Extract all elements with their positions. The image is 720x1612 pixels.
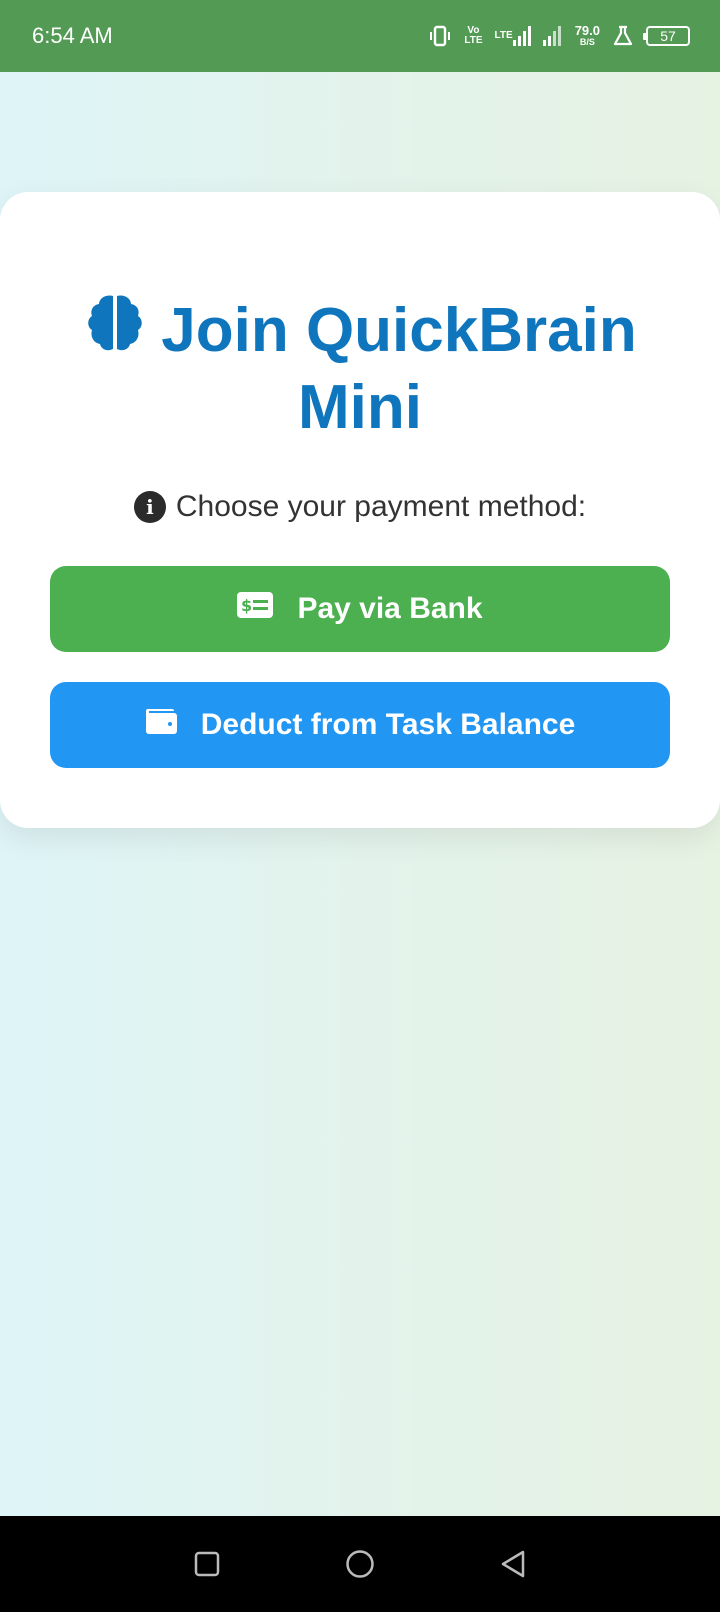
lte-signal-icon: LTE	[495, 26, 531, 46]
flask-icon	[612, 25, 634, 47]
info-icon: i	[133, 491, 166, 523]
speed-unit: B/S	[579, 37, 595, 47]
home-icon[interactable]	[340, 1544, 380, 1584]
network-speed: 79.0 B/S	[574, 23, 600, 47]
brain-icon	[83, 290, 147, 371]
status-bar: 6:54 AM Vo LTE LTE 79.0 B/S 57	[0, 0, 720, 72]
page-title: Join QuickBrain Mini	[0, 290, 720, 445]
pay-via-bank-button[interactable]: $ Pay via Bank	[50, 566, 670, 652]
deduct-task-balance-label: Deduct from Task Balance	[200, 708, 576, 741]
recent-apps-icon[interactable]	[187, 1544, 227, 1584]
deduct-task-balance-button[interactable]: Deduct from Task Balance	[50, 682, 670, 768]
status-icons: Vo LTE LTE 79.0 B/S 57	[428, 24, 690, 48]
title-line-2: Mini	[298, 373, 422, 442]
battery-icon: 57	[643, 26, 690, 46]
status-time: 6:54 AM	[32, 23, 113, 48]
battery-level: 57	[660, 28, 676, 44]
back-icon[interactable]	[493, 1544, 533, 1584]
subtitle-text: Choose your payment method:	[175, 490, 587, 523]
volte-icon: Vo LTE	[464, 25, 483, 46]
join-card: Join QuickBrain Mini i Choose your payme…	[0, 192, 720, 828]
signal-icon	[542, 26, 563, 46]
wallet-icon	[145, 707, 177, 743]
title-line-1: Join QuickBrain	[161, 295, 637, 365]
money-check-icon: $	[237, 592, 274, 626]
subtitle: i Choose your payment method:	[0, 490, 720, 524]
vibrate-icon	[428, 24, 452, 48]
svg-text:$: $	[241, 596, 252, 615]
pay-via-bank-label: Pay via Bank	[297, 592, 483, 625]
speed-value: 79.0	[574, 23, 600, 38]
navigation-bar	[0, 1516, 720, 1612]
